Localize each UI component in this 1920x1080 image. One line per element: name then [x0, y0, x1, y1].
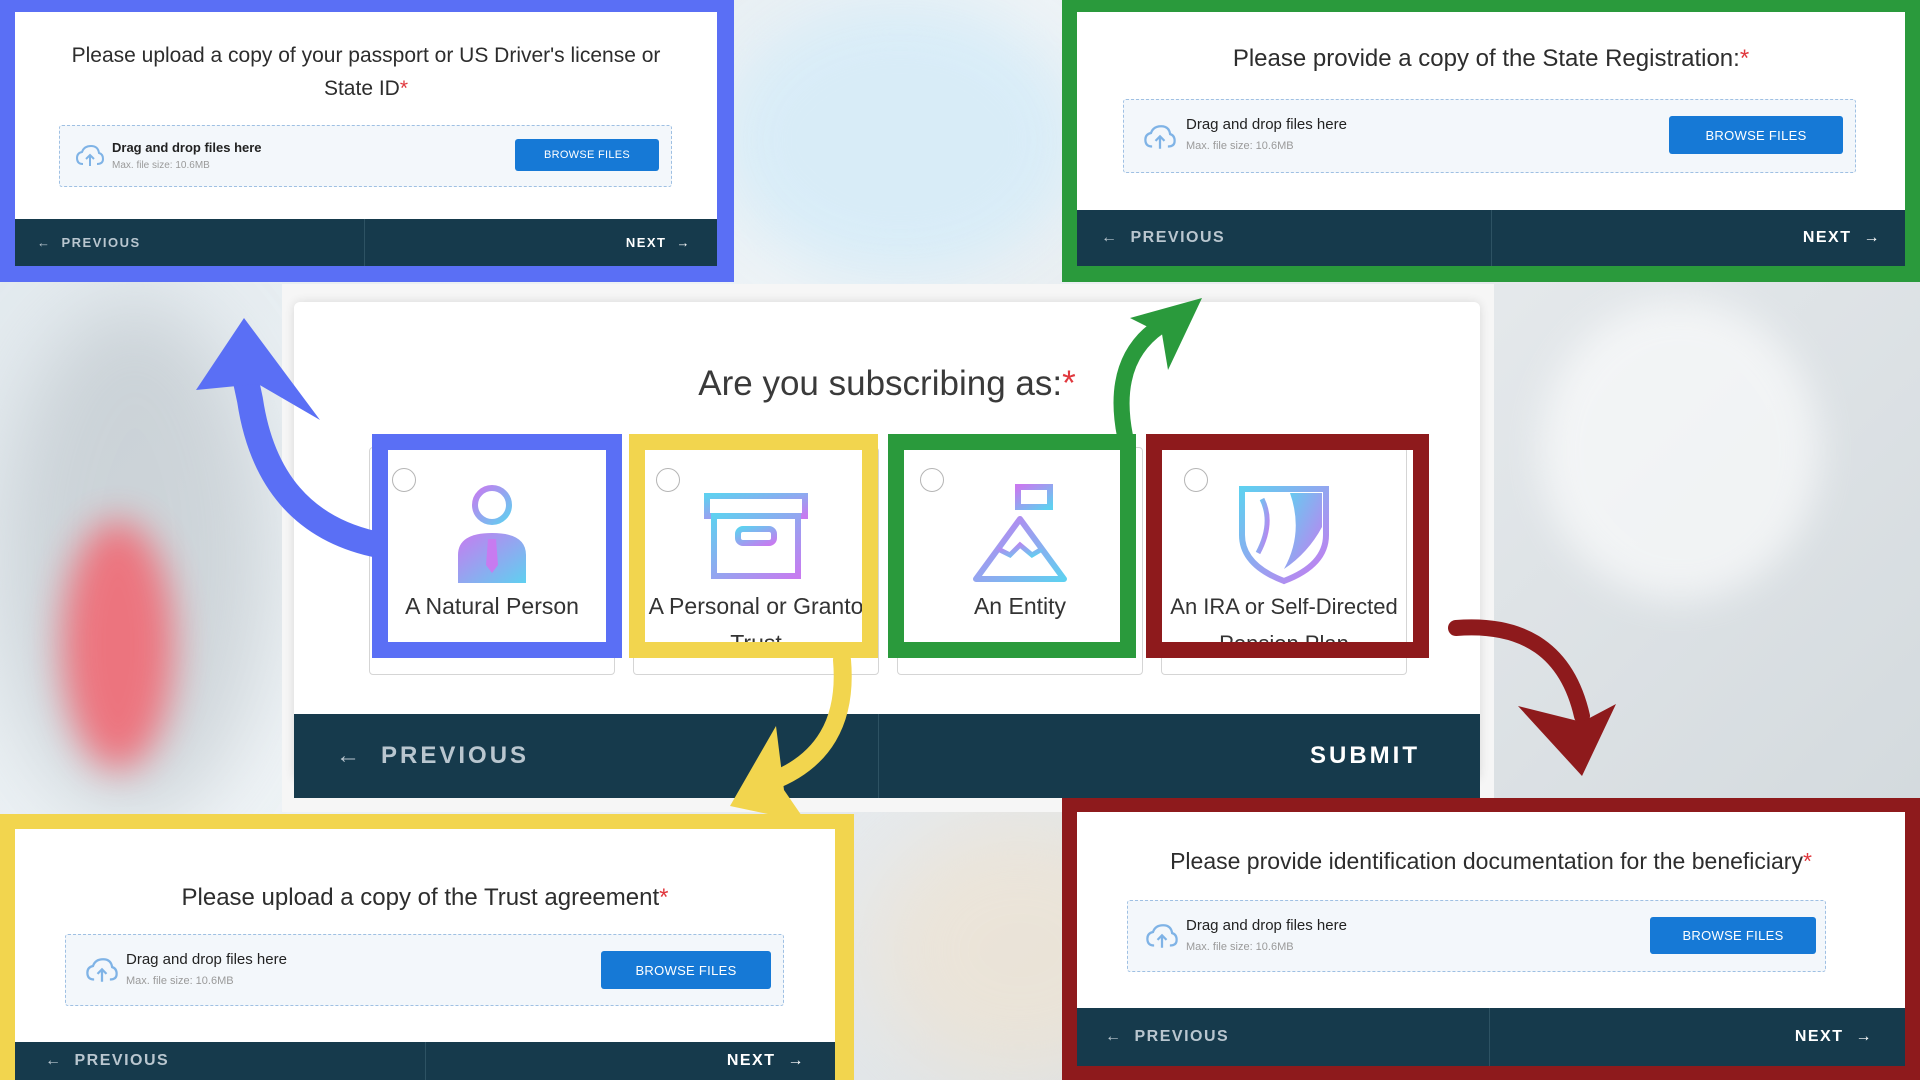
browse-files-button[interactable]: BROWSE FILES — [1650, 917, 1816, 954]
arrow-red — [1448, 619, 1590, 724]
panel-title: Please provide identification documentat… — [1170, 848, 1812, 874]
cloud-upload-icon — [1144, 125, 1176, 149]
arrow-left-icon: ← — [37, 235, 52, 250]
panel-nav: ← PREVIOUS NEXT → — [1077, 210, 1905, 266]
drop-text: Drag and drop files here — [1186, 917, 1347, 934]
drop-text: Drag and drop files here — [112, 140, 262, 155]
upload-panel-state-registration: Please provide a copy of the State Regis… — [1077, 12, 1905, 266]
panel-frame-passport: Please upload a copy of your passport or… — [0, 0, 734, 282]
panel-frame-state-registration: Please provide a copy of the State Regis… — [1062, 0, 1920, 282]
panel-nav: ← PREVIOUS NEXT → — [15, 1042, 835, 1080]
browse-files-button[interactable]: BROWSE FILES — [1669, 116, 1843, 154]
file-dropzone[interactable]: Drag and drop files here Max. file size:… — [59, 125, 672, 187]
browse-files-button[interactable]: BROWSE FILES — [601, 951, 771, 989]
arrow-left-icon: ← — [45, 1052, 63, 1069]
next-button[interactable]: NEXT → — [1492, 210, 1906, 266]
panel-title: Please upload a copy of your passport or… — [71, 44, 661, 100]
max-file-size: Max. file size: 10.6MB — [1186, 140, 1294, 152]
arrow-right-icon: → — [1863, 229, 1881, 246]
file-dropzone[interactable]: Drag and drop files here Max. file size:… — [1123, 99, 1856, 173]
arrow-left-icon: ← — [1105, 1028, 1123, 1045]
browse-files-button[interactable]: BROWSE FILES — [515, 139, 659, 171]
drop-text: Drag and drop files here — [126, 951, 287, 968]
arrow-green — [1113, 318, 1168, 444]
arrow-right-icon: → — [787, 1052, 805, 1069]
previous-button[interactable]: ← PREVIOUS — [15, 219, 365, 266]
previous-button[interactable]: ← PREVIOUS — [1077, 1008, 1490, 1066]
panel-frame-beneficiary: Please provide identification documentat… — [1062, 798, 1920, 1080]
panel-title: Please provide a copy of the State Regis… — [1232, 45, 1750, 72]
next-button[interactable]: NEXT → — [365, 219, 718, 266]
upload-panel-passport: Please upload a copy of your passport or… — [15, 12, 717, 266]
panel-nav: ← PREVIOUS NEXT → — [1077, 1008, 1905, 1066]
cloud-upload-icon — [1146, 924, 1178, 948]
file-dropzone[interactable]: Drag and drop files here Max. file size:… — [1127, 900, 1826, 972]
next-button[interactable]: NEXT → — [426, 1042, 836, 1080]
arrow-blue — [231, 359, 387, 557]
next-button[interactable]: NEXT → — [1490, 1008, 1906, 1066]
previous-button[interactable]: ← PREVIOUS — [1077, 210, 1492, 266]
file-dropzone[interactable]: Drag and drop files here Max. file size:… — [65, 934, 784, 1006]
upload-panel-beneficiary: Please provide identification documentat… — [1077, 812, 1905, 1066]
arrow-red-head — [1518, 704, 1616, 776]
arrow-right-icon: → — [1855, 1028, 1873, 1045]
panel-nav: ← PREVIOUS NEXT → — [15, 219, 717, 266]
drop-text: Drag and drop files here — [1186, 116, 1347, 133]
max-file-size: Max. file size: 10.6MB — [112, 160, 210, 171]
panel-title: Please upload a copy of the Trust agreem… — [181, 884, 669, 911]
arrow-left-icon: ← — [1101, 229, 1119, 246]
max-file-size: Max. file size: 10.6MB — [126, 975, 234, 987]
panel-frame-trust: Please upload a copy of the Trust agreem… — [0, 814, 854, 1080]
upload-panel-trust: Please upload a copy of the Trust agreem… — [15, 829, 835, 1080]
max-file-size: Max. file size: 10.6MB — [1186, 941, 1294, 953]
cloud-upload-icon — [76, 144, 104, 166]
previous-button[interactable]: ← PREVIOUS — [15, 1042, 426, 1080]
arrow-right-icon: → — [676, 235, 691, 250]
arrow-yellow — [761, 651, 852, 791]
cloud-upload-icon — [86, 958, 118, 982]
